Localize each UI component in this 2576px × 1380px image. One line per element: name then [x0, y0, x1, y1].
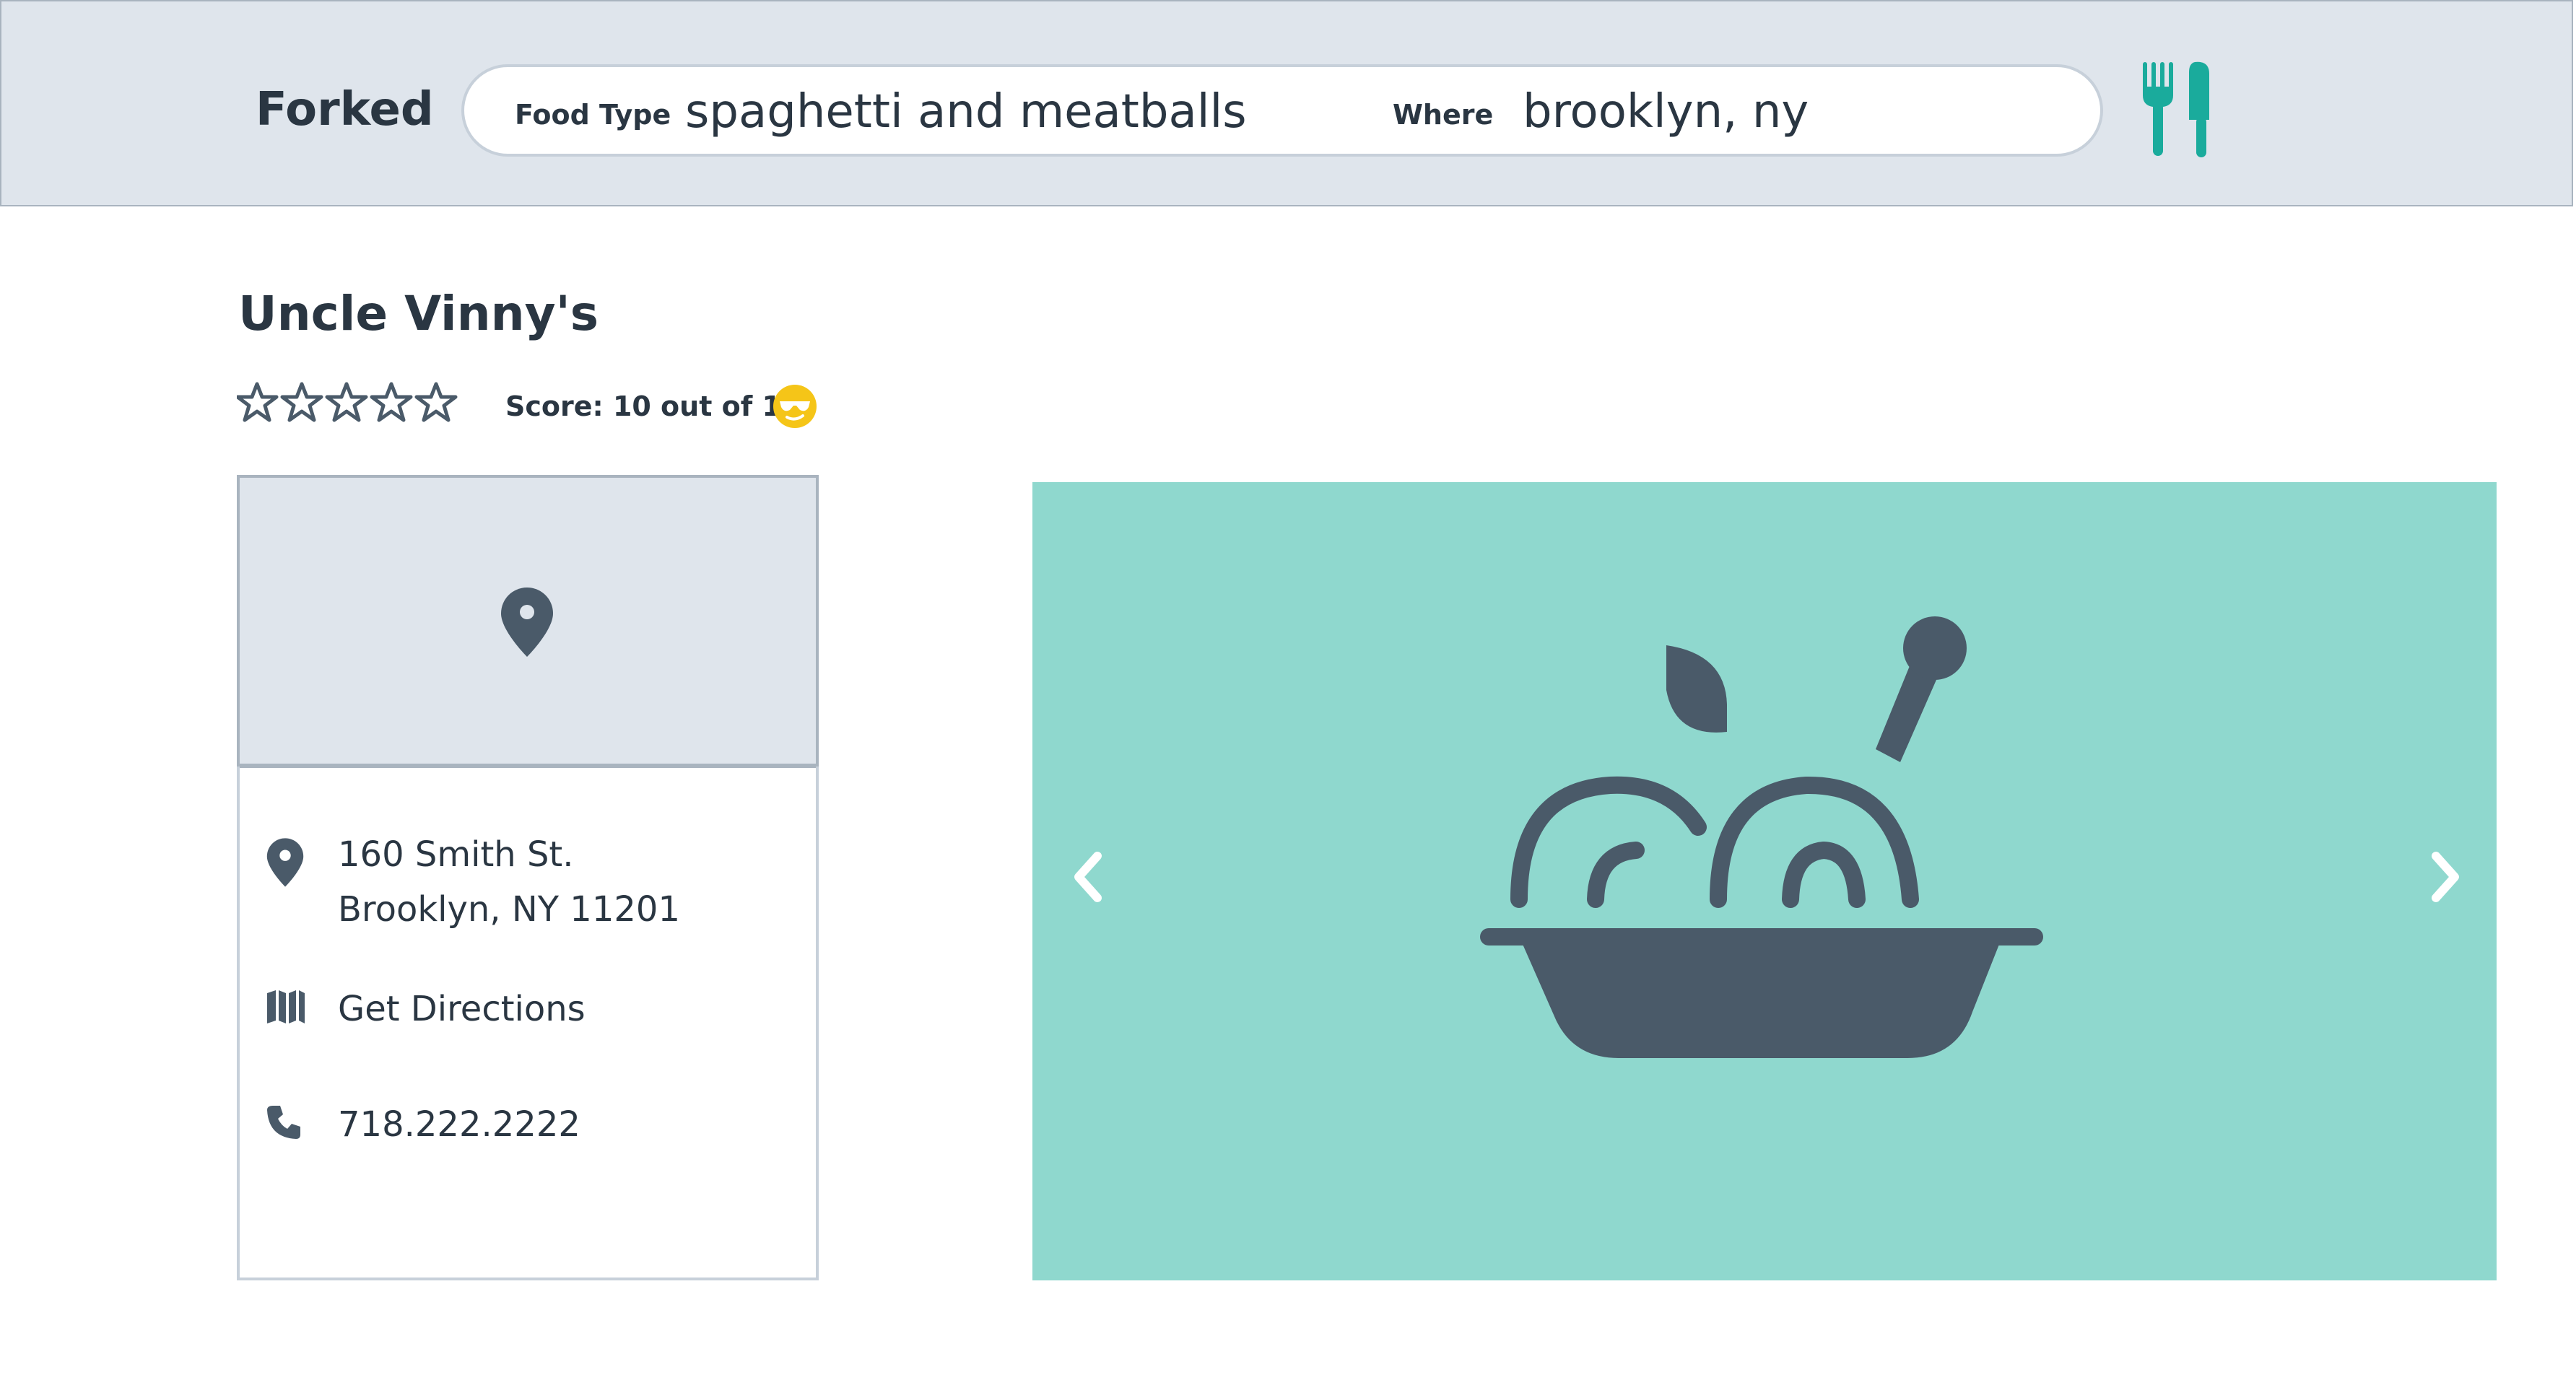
- address-row: 160 Smith St. Brooklyn, NY 11201: [240, 827, 810, 943]
- address-line-2: Brooklyn, NY 11201: [338, 889, 680, 930]
- map-pin-icon: [266, 838, 304, 887]
- directions-row[interactable]: Get Directions: [240, 982, 810, 1039]
- chevron-right-icon[interactable]: [2424, 844, 2468, 909]
- cool-sunglasses-emoji-icon: [773, 385, 817, 428]
- bowl-of-meatballs-icon: [1480, 616, 2043, 1058]
- map-pin-icon: [501, 588, 553, 657]
- star-outline-icon: [414, 382, 458, 422]
- get-directions-link[interactable]: Get Directions: [338, 982, 586, 1036]
- chevron-left-icon[interactable]: [1066, 844, 1109, 909]
- where-input[interactable]: brooklyn, ny: [1523, 84, 1809, 139]
- star-outline-icon: [325, 382, 368, 422]
- map-folded-icon: [267, 990, 305, 1023]
- where-label: Where: [1393, 99, 1494, 131]
- phone-number[interactable]: 718.222.2222: [338, 1097, 580, 1152]
- star-outline-icon: [237, 382, 279, 422]
- address-line-1: 160 Smith St.: [338, 834, 574, 875]
- star-outline-icon: [280, 382, 323, 422]
- top-header: Forked Food Type spaghetti and meatballs…: [0, 0, 2573, 206]
- restaurant-name: Uncle Vinny's: [238, 286, 599, 341]
- star-outline-icon: [370, 382, 413, 422]
- info-card: 160 Smith St. Brooklyn, NY 11201 Get Dir…: [237, 475, 819, 1280]
- phone-row[interactable]: 718.222.2222: [240, 1097, 810, 1155]
- app-logo[interactable]: Forked: [256, 81, 434, 139]
- food-type-input[interactable]: spaghetti and meatballs: [685, 84, 1247, 139]
- photo-carousel: [1032, 482, 2497, 1280]
- rating-stars[interactable]: [237, 381, 461, 429]
- search-bar: Food Type spaghetti and meatballs Where …: [461, 64, 2103, 157]
- food-type-label: Food Type: [515, 99, 671, 131]
- score-text: Score: 10 out of 10: [505, 390, 801, 422]
- map-preview[interactable]: [240, 478, 816, 768]
- phone-icon: [267, 1106, 300, 1139]
- fork-and-knife-icon[interactable]: [2138, 59, 2218, 160]
